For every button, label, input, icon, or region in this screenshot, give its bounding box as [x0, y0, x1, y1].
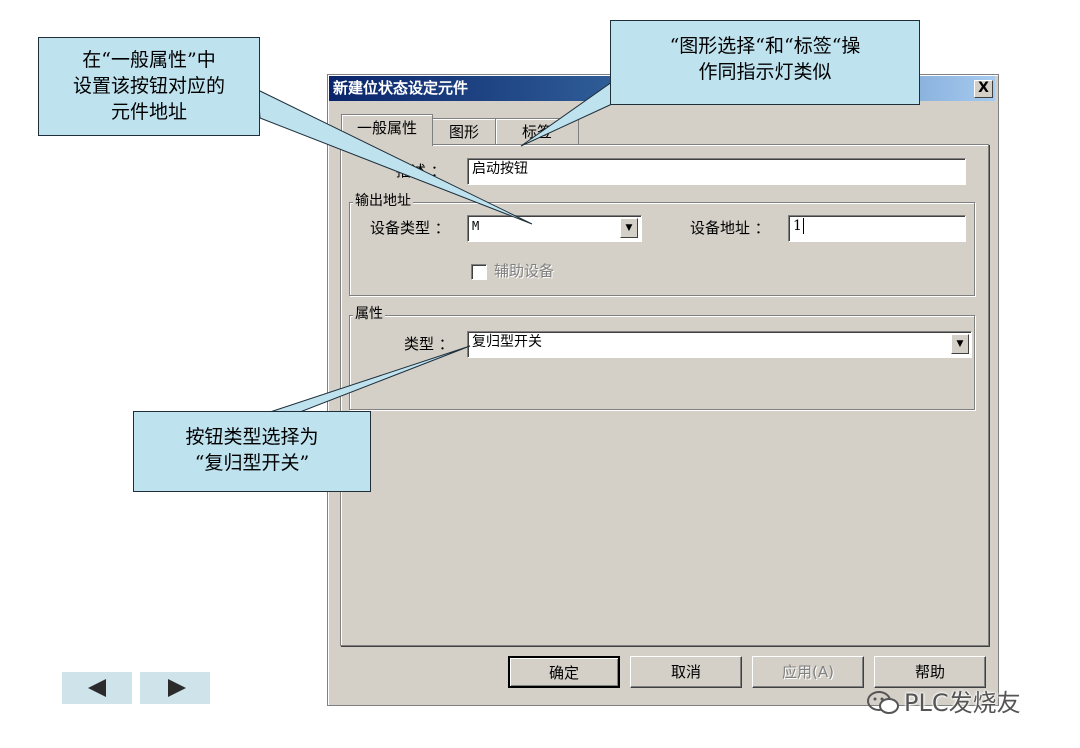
wechat-icon	[867, 691, 899, 714]
callout-button-type-line-2: “复归型开关”	[194, 452, 310, 474]
watermark-text: PLC发烧友	[904, 689, 1021, 717]
callout-graphics-line-2: 作同指示灯类似	[698, 61, 832, 83]
callout-general-line-1: 在“一般属性”中	[82, 49, 216, 71]
callout-button-type: 按钮类型选择为 “复归型开关”	[133, 411, 371, 492]
callout-general-line-3: 元件地址	[110, 101, 187, 123]
callout-general-properties: 在“一般属性”中 设置该按钮对应的 元件地址	[38, 37, 260, 136]
callout-general-line-2: 设置该按钮对应的	[72, 75, 225, 97]
callout-graphics-line-1: “图形选择“和“标签“操	[669, 35, 861, 57]
callout-graphics-labels: “图形选择“和“标签“操 作同指示灯类似	[610, 20, 920, 105]
callout-button-type-line-1: 按钮类型选择为	[185, 426, 319, 448]
watermark: PLC发烧友	[866, 688, 1021, 718]
